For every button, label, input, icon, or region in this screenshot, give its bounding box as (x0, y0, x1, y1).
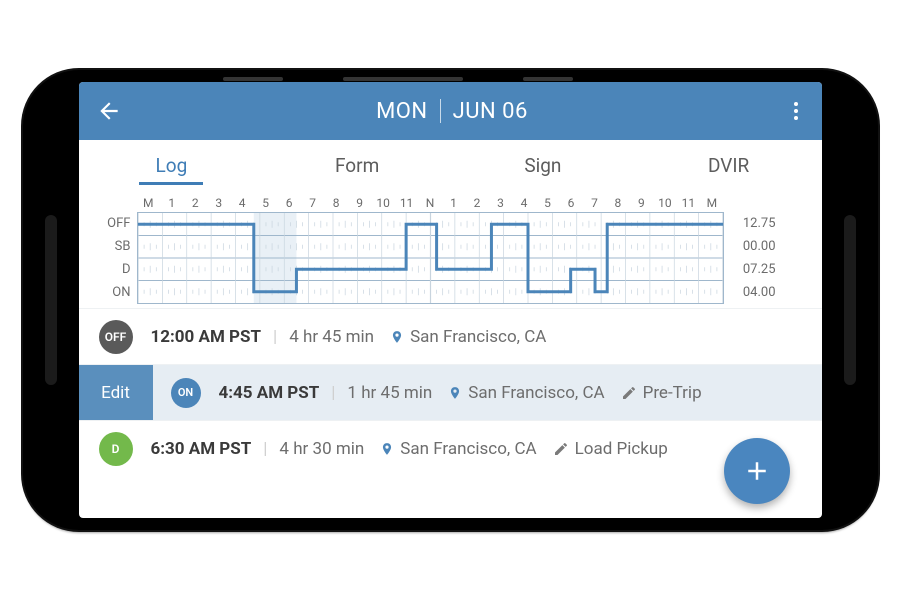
app-header: MON JUN 06 (79, 82, 822, 140)
tab-sign[interactable]: Sign (450, 154, 636, 179)
entry-note: Load Pickup (575, 439, 668, 459)
hour-tick-label: 11 (677, 196, 700, 210)
chart-plot-area[interactable] (137, 212, 724, 304)
pencil-icon (553, 441, 569, 457)
log-row[interactable]: Edit ON 4:45 AM PST | 1 hr 45 min San Francis… (79, 364, 822, 420)
total-off: 12.75 (724, 212, 776, 235)
tab-label: Log (156, 154, 188, 177)
back-button[interactable] (89, 91, 129, 131)
hour-tick-label: 6 (277, 196, 300, 210)
hour-tick-label: 8 (606, 196, 629, 210)
overflow-menu-button[interactable] (776, 91, 816, 131)
entry-time: 6:30 AM PST (151, 439, 252, 459)
entry-duration: 4 hr 30 min (279, 439, 364, 459)
title-date: JUN 06 (453, 99, 528, 124)
hour-tick-label: 5 (536, 196, 559, 210)
chart-status-labels: OFF SB D ON (95, 212, 137, 304)
status-text: D (112, 442, 120, 456)
location-pin-icon (380, 440, 394, 458)
separator: | (273, 327, 277, 347)
tab-form[interactable]: Form (264, 154, 450, 179)
hour-tick-label: 10 (653, 196, 676, 210)
hour-tick-label: N (418, 196, 441, 210)
chart-hour-labels: M1234567891011N1234567891011M (95, 196, 776, 210)
entry-note: Pre-Trip (643, 383, 702, 403)
hour-tick-label: 9 (348, 196, 371, 210)
title-day: MON (376, 99, 428, 124)
log-entries-list: OFF 12:00 AM PST | 4 hr 45 min San Francisco… (79, 308, 822, 518)
edit-entry-button[interactable]: Edit (79, 365, 153, 420)
tab-label: Form (335, 154, 379, 177)
status-badge: D (99, 432, 133, 466)
hour-tick-label: 3 (489, 196, 512, 210)
hos-chart: M1234567891011N1234567891011M OFF SB D O… (79, 192, 822, 308)
status-label-d: D (95, 258, 137, 281)
status-text: ON (178, 386, 193, 399)
tab-log[interactable]: Log (79, 154, 265, 179)
page-title: MON JUN 06 (129, 99, 776, 124)
total-d: 07.25 (724, 258, 776, 281)
hour-tick-label: 4 (230, 196, 253, 210)
separator: | (331, 383, 335, 403)
total-sb: 00.00 (724, 235, 776, 258)
hour-tick-label: 2 (183, 196, 206, 210)
tab-dvir[interactable]: DVIR (636, 154, 822, 179)
hour-tick-label: 3 (207, 196, 230, 210)
entry-time: 4:45 AM PST (219, 383, 320, 403)
hour-tick-label: M (700, 196, 723, 210)
add-entry-fab[interactable] (724, 438, 790, 504)
arrow-left-icon (96, 98, 122, 124)
status-label-on: ON (95, 281, 137, 304)
pencil-icon (621, 385, 637, 401)
hour-tick-label: 2 (465, 196, 488, 210)
hour-tick-label: 9 (630, 196, 653, 210)
total-on: 04.00 (724, 281, 776, 304)
hour-tick-label: M (137, 196, 160, 210)
entry-location: San Francisco, CA (400, 439, 536, 459)
log-row[interactable]: D 6:30 AM PST | 4 hr 30 min San Francisco, C… (79, 420, 822, 476)
hour-tick-label: 4 (512, 196, 535, 210)
status-label-sb: SB (95, 235, 137, 258)
entry-time: 12:00 AM PST (151, 327, 262, 347)
location-pin-icon (390, 328, 404, 346)
title-divider (440, 99, 441, 123)
hour-tick-label: 11 (395, 196, 418, 210)
entry-location: San Francisco, CA (468, 383, 604, 403)
status-label-off: OFF (95, 212, 137, 235)
tab-label: Sign (524, 154, 561, 177)
plus-icon (742, 456, 772, 486)
hour-tick-label: 5 (254, 196, 277, 210)
location-pin-icon (448, 384, 462, 402)
entry-location: San Francisco, CA (410, 327, 546, 347)
tab-bar: Log Form Sign DVIR (79, 140, 822, 192)
tab-label: DVIR (708, 154, 749, 177)
hour-tick-label: 7 (301, 196, 324, 210)
separator: | (263, 439, 267, 459)
hour-tick-label: 6 (559, 196, 582, 210)
status-badge: ON (171, 378, 201, 408)
entry-duration: 1 hr 45 min (347, 383, 432, 403)
hour-tick-label: 1 (442, 196, 465, 210)
chart-totals: 12.75 00.00 07.25 04.00 (724, 212, 776, 304)
status-badge: OFF (99, 320, 133, 354)
hour-tick-label: 7 (583, 196, 606, 210)
status-text: OFF (105, 330, 126, 344)
hour-tick-label: 8 (324, 196, 347, 210)
edit-label: Edit (101, 383, 130, 403)
entry-duration: 4 hr 45 min (289, 327, 374, 347)
log-row[interactable]: OFF 12:00 AM PST | 4 hr 45 min San Francisco… (79, 308, 822, 364)
hour-tick-label: 10 (371, 196, 394, 210)
hour-tick-label: 1 (160, 196, 183, 210)
